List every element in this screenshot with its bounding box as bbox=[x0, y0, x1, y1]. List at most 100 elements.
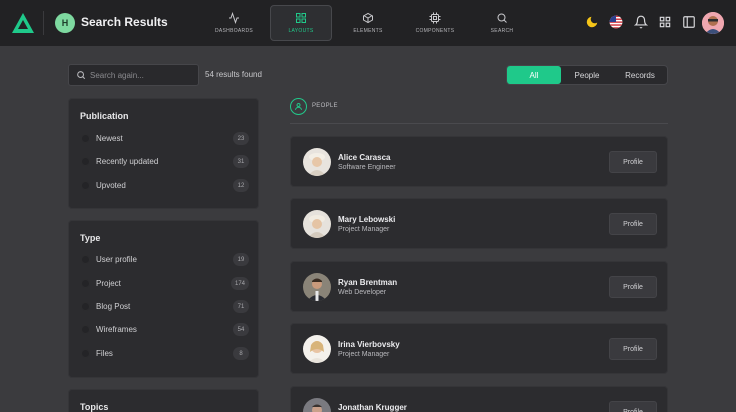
person-card: Alice Carasca Software Engineer Profile bbox=[290, 136, 668, 187]
count-badge: 23 bbox=[233, 132, 249, 145]
page-title: Search Results bbox=[81, 15, 168, 29]
search-icon bbox=[77, 71, 86, 80]
count-badge: 19 bbox=[233, 253, 249, 266]
bell-icon[interactable] bbox=[634, 15, 648, 29]
people-section-icon bbox=[290, 98, 307, 115]
person-role: Software Engineer bbox=[338, 164, 396, 171]
radio-button[interactable] bbox=[81, 134, 90, 143]
box-icon bbox=[363, 12, 373, 24]
tab-all[interactable]: All bbox=[507, 66, 561, 84]
tab-records[interactable]: Records bbox=[613, 66, 667, 84]
radio-button[interactable] bbox=[81, 349, 90, 358]
person-role: Project Manager bbox=[338, 226, 390, 233]
cpu-icon bbox=[429, 12, 441, 24]
radio-button[interactable] bbox=[81, 181, 90, 190]
profile-button[interactable]: Profile bbox=[609, 401, 657, 412]
profile-button[interactable]: Profile bbox=[609, 213, 657, 235]
search-icon bbox=[497, 13, 507, 23]
section-label: PEOPLE bbox=[312, 103, 338, 109]
radio-button[interactable] bbox=[81, 279, 90, 288]
user-avatar[interactable] bbox=[702, 12, 724, 34]
person-role: Project Manager bbox=[338, 351, 390, 358]
radio-button[interactable] bbox=[81, 157, 90, 166]
filter-label: Recently updated bbox=[96, 157, 159, 166]
person-name: Irina Vierbovsky bbox=[338, 340, 400, 349]
person-card: Jonathan Krugger Profile bbox=[290, 386, 668, 412]
avatar bbox=[303, 148, 331, 176]
publication-panel: Publication Newest 23 Recently updated 3… bbox=[68, 98, 259, 209]
apps-grid-icon[interactable] bbox=[658, 15, 672, 29]
filter-item-blog-post[interactable]: Blog Post 71 bbox=[81, 300, 249, 314]
divider bbox=[290, 123, 668, 124]
profile-button[interactable]: Profile bbox=[609, 276, 657, 298]
person-card: Mary Lebowski Project Manager Profile bbox=[290, 198, 668, 249]
filter-item-newest[interactable]: Newest 23 bbox=[81, 132, 249, 146]
count-badge: 31 bbox=[233, 155, 249, 168]
filter-item-recently-updated[interactable]: Recently updated 31 bbox=[81, 155, 249, 169]
nav-label: LAYOUTS bbox=[288, 28, 314, 34]
person-name: Mary Lebowski bbox=[338, 215, 396, 224]
filter-label: Blog Post bbox=[96, 302, 131, 311]
workspace-avatar[interactable]: H bbox=[55, 13, 75, 33]
filter-label: Project bbox=[96, 279, 121, 288]
activity-icon bbox=[229, 12, 239, 24]
filter-item-files[interactable]: Files 8 bbox=[81, 347, 249, 361]
nav-search[interactable]: SEARCH bbox=[471, 5, 533, 41]
search-input[interactable] bbox=[90, 68, 194, 82]
count-badge: 174 bbox=[230, 277, 249, 290]
filter-item-project[interactable]: Project 174 bbox=[81, 277, 249, 291]
filter-item-upvoted[interactable]: Upvoted 12 bbox=[81, 179, 249, 193]
avatar bbox=[303, 273, 331, 301]
filter-item-wireframes[interactable]: Wireframes 54 bbox=[81, 323, 249, 337]
avatar bbox=[303, 335, 331, 363]
nav-dashboards[interactable]: DASHBOARDS bbox=[203, 5, 265, 41]
divider bbox=[43, 11, 44, 35]
panel-title: Type bbox=[80, 233, 101, 243]
avatar-image bbox=[702, 12, 724, 34]
count-badge: 71 bbox=[233, 300, 249, 313]
person-role: Web Developer bbox=[338, 289, 387, 296]
radio-button[interactable] bbox=[81, 255, 90, 264]
avatar bbox=[303, 210, 331, 238]
filter-label: Newest bbox=[96, 134, 123, 143]
type-panel: Type User profile 19 Project 174 Blog Po… bbox=[68, 220, 259, 378]
count-badge: 12 bbox=[233, 179, 249, 192]
topics-panel: Topics bbox=[68, 389, 259, 412]
nav-label: DASHBOARDS bbox=[214, 28, 253, 34]
person-card: Ryan Brentman Web Developer Profile bbox=[290, 261, 668, 312]
nav-label: ELEMENTS bbox=[353, 28, 383, 34]
count-badge: 54 bbox=[233, 323, 249, 336]
profile-button[interactable]: Profile bbox=[609, 151, 657, 173]
person-name: Ryan Brentman bbox=[338, 278, 398, 287]
sidebar-panel-icon[interactable] bbox=[682, 15, 696, 29]
person-card: Irina Vierbovsky Project Manager Profile bbox=[290, 323, 668, 374]
nav-label: COMPONENTS bbox=[415, 28, 455, 34]
moon-icon[interactable] bbox=[585, 15, 599, 29]
count-badge: 8 bbox=[233, 347, 249, 360]
tab-people[interactable]: People bbox=[561, 66, 613, 84]
us-flag-icon[interactable] bbox=[609, 15, 623, 29]
panel-title: Publication bbox=[80, 111, 129, 121]
nav-elements[interactable]: ELEMENTS bbox=[337, 5, 399, 41]
profile-button[interactable]: Profile bbox=[609, 338, 657, 360]
nav-label: SEARCH bbox=[490, 28, 514, 34]
grid-icon bbox=[296, 13, 306, 23]
logo-icon[interactable] bbox=[12, 13, 34, 33]
filter-tabs: All People Records bbox=[506, 65, 668, 85]
filter-label: Files bbox=[96, 349, 113, 358]
panel-title: Topics bbox=[80, 402, 109, 412]
avatar bbox=[303, 398, 331, 412]
person-name: Alice Carasca bbox=[338, 153, 391, 162]
person-name: Jonathan Krugger bbox=[338, 403, 407, 412]
results-count: 54 results found bbox=[205, 70, 262, 79]
user-icon bbox=[295, 103, 302, 110]
nav-components[interactable]: COMPONENTS bbox=[404, 5, 466, 41]
filter-item-user-profile[interactable]: User profile 19 bbox=[81, 253, 249, 267]
filter-label: Wireframes bbox=[96, 325, 137, 334]
filter-label: Upvoted bbox=[96, 181, 126, 190]
radio-button[interactable] bbox=[81, 302, 90, 311]
radio-button[interactable] bbox=[81, 325, 90, 334]
search-field[interactable] bbox=[68, 64, 199, 86]
nav-layouts[interactable]: LAYOUTS bbox=[270, 5, 332, 41]
filter-label: User profile bbox=[96, 255, 137, 264]
